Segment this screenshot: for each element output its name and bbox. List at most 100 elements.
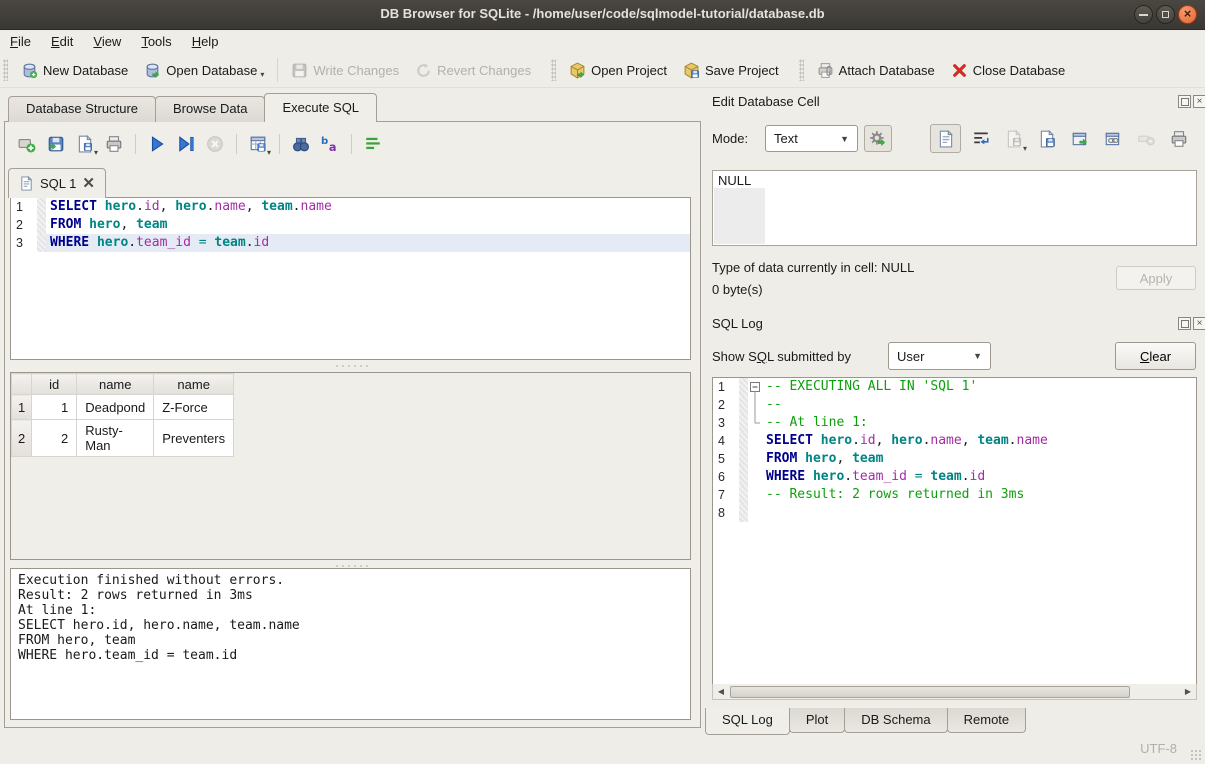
format-sql-button[interactable] <box>360 132 386 156</box>
cell-type-info: Type of data currently in cell: NULL <box>712 260 914 275</box>
column-header[interactable]: name <box>77 374 154 395</box>
dock-float-icon[interactable] <box>1178 317 1191 330</box>
dock-float-icon[interactable] <box>1178 95 1191 108</box>
word-wrap-button[interactable] <box>968 126 994 152</box>
open-database-icon <box>144 62 161 79</box>
menu-edit[interactable]: Edit <box>41 31 83 52</box>
fold-marker <box>748 396 762 414</box>
line-number: 2 <box>11 216 37 234</box>
new-database-icon <box>21 62 38 79</box>
table-cell[interactable]: 2 <box>32 420 77 457</box>
code-line[interactable]: 6WHERE hero.team_id = team.id <box>713 468 1196 486</box>
code-line[interactable]: 8 <box>713 504 1196 522</box>
scrollbar-thumb[interactable] <box>730 686 1130 698</box>
import-cell-data-button[interactable]: ▾ <box>1001 126 1027 152</box>
menu-tools[interactable]: Tools <box>131 31 181 52</box>
dock-close-icon[interactable]: × <box>1193 317 1205 330</box>
close-database-button[interactable]: Close Database <box>943 57 1074 84</box>
line-number: 3 <box>713 414 739 432</box>
print-cell-button[interactable] <box>1166 126 1192 152</box>
new-database-button[interactable]: New Database <box>13 57 136 84</box>
text-mode-button[interactable] <box>930 124 961 153</box>
minimize-icon[interactable] <box>1134 5 1153 24</box>
table-cell[interactable]: 1 <box>32 395 77 420</box>
tab-execute-sql[interactable]: Execute SQL <box>264 93 377 122</box>
sql-1-tab[interactable]: SQL 1 ✕ <box>8 168 106 198</box>
dock-tab-plot[interactable]: Plot <box>789 708 845 733</box>
table-cell[interactable]: Deadpond <box>77 395 154 420</box>
code-line[interactable]: 7-- Result: 2 rows returned in 3ms <box>713 486 1196 504</box>
stop-execution-button[interactable] <box>202 132 228 156</box>
export-cell-data-button[interactable] <box>1034 126 1060 152</box>
sql-editor-toolbar: ▾ ▾ <box>14 131 386 157</box>
revert-changes-button[interactable]: Revert Changes <box>407 57 539 84</box>
save-project-button[interactable]: Save Project <box>675 57 787 84</box>
fold-marker <box>748 486 762 504</box>
scroll-right-icon[interactable]: ▶ <box>1180 685 1196 699</box>
execute-all-button[interactable] <box>144 132 170 156</box>
find-replace-button[interactable] <box>317 132 343 156</box>
column-header[interactable]: name <box>154 374 234 395</box>
sql-editor[interactable]: 1SELECT hero.id, hero.name, team.name2FR… <box>10 197 691 360</box>
close-icon[interactable]: × <box>1178 5 1197 24</box>
mode-select[interactable]: Text▼ <box>765 125 858 152</box>
table-cell[interactable]: Rusty-Man <box>77 420 154 457</box>
write-changes-button[interactable]: Write Changes <box>283 57 407 84</box>
copy-link-button[interactable] <box>1100 126 1126 152</box>
print-sql-button[interactable] <box>101 132 127 156</box>
find-button[interactable] <box>288 132 314 156</box>
code-line[interactable]: 3-- At line 1: <box>713 414 1196 432</box>
save-sql-file-button[interactable]: ▾ <box>72 132 98 156</box>
execute-current-line-button[interactable] <box>173 132 199 156</box>
log-filter-select[interactable]: User▼ <box>888 342 991 370</box>
fold-marker[interactable] <box>748 378 762 396</box>
menu-help[interactable]: Help <box>182 31 229 52</box>
splitter-handle[interactable] <box>10 360 691 372</box>
open-in-external-button[interactable] <box>1067 126 1093 152</box>
open-database-caret-icon[interactable]: ▾ <box>260 70 264 79</box>
export-results-button[interactable]: ▾ <box>245 132 271 156</box>
clear-log-button[interactable]: Clear <box>1115 342 1196 370</box>
resize-grip[interactable] <box>1190 749 1202 761</box>
attach-database-button[interactable]: Attach Database <box>809 57 943 84</box>
maximize-icon[interactable] <box>1156 5 1175 24</box>
row-number[interactable]: 1 <box>12 395 32 420</box>
cell-value-editor[interactable]: NULL <box>712 170 1197 246</box>
code-line[interactable]: 2FROM hero, team <box>11 216 690 234</box>
table-cell[interactable]: Preventers <box>154 420 234 457</box>
tab-database-structure[interactable]: Database Structure <box>8 96 156 122</box>
table-cell[interactable]: Z-Force <box>154 395 234 420</box>
apply-mode-button[interactable] <box>864 125 892 152</box>
apply-button[interactable]: Apply <box>1116 266 1196 290</box>
dock-tab-db-schema[interactable]: DB Schema <box>844 708 947 733</box>
column-header[interactable]: id <box>32 374 77 395</box>
dock-tab-sql-log[interactable]: SQL Log <box>705 708 790 735</box>
edit-cell-dock-title: Edit Database Cell <box>712 94 820 109</box>
print-icon <box>105 135 123 153</box>
toolbar-grip[interactable] <box>551 59 556 81</box>
menu-view[interactable]: View <box>83 31 131 52</box>
sql-log-view[interactable]: 1-- EXECUTING ALL IN 'SQL 1'2--3-- At li… <box>712 377 1197 700</box>
dock-close-icon[interactable]: × <box>1193 95 1205 108</box>
text-document-icon <box>937 130 955 148</box>
open-sql-file-button[interactable] <box>43 132 69 156</box>
log-horizontal-scrollbar[interactable]: ◀ ▶ <box>712 684 1197 700</box>
code-line[interactable]: 4SELECT hero.id, hero.name, team.name <box>713 432 1196 450</box>
toolbar-grip[interactable] <box>799 59 804 81</box>
code-line[interactable]: 1SELECT hero.id, hero.name, team.name <box>11 198 690 216</box>
close-tab-icon[interactable]: ✕ <box>82 177 95 190</box>
code-line[interactable]: 2-- <box>713 396 1196 414</box>
set-null-button[interactable] <box>1133 126 1159 152</box>
open-project-button[interactable]: Open Project <box>561 57 675 84</box>
toolbar-grip[interactable] <box>3 59 8 81</box>
new-sql-tab-button[interactable] <box>14 132 40 156</box>
menu-file[interactable]: File <box>0 31 41 52</box>
code-line[interactable]: 1-- EXECUTING ALL IN 'SQL 1' <box>713 378 1196 396</box>
code-line[interactable]: 3WHERE hero.team_id = team.id <box>11 234 690 252</box>
scroll-left-icon[interactable]: ◀ <box>713 685 729 699</box>
tab-browse-data[interactable]: Browse Data <box>155 96 265 122</box>
code-line[interactable]: 5FROM hero, team <box>713 450 1196 468</box>
dock-tab-remote[interactable]: Remote <box>947 708 1027 733</box>
open-database-button[interactable]: Open Database ▾ <box>136 57 272 84</box>
row-number[interactable]: 2 <box>12 420 32 457</box>
